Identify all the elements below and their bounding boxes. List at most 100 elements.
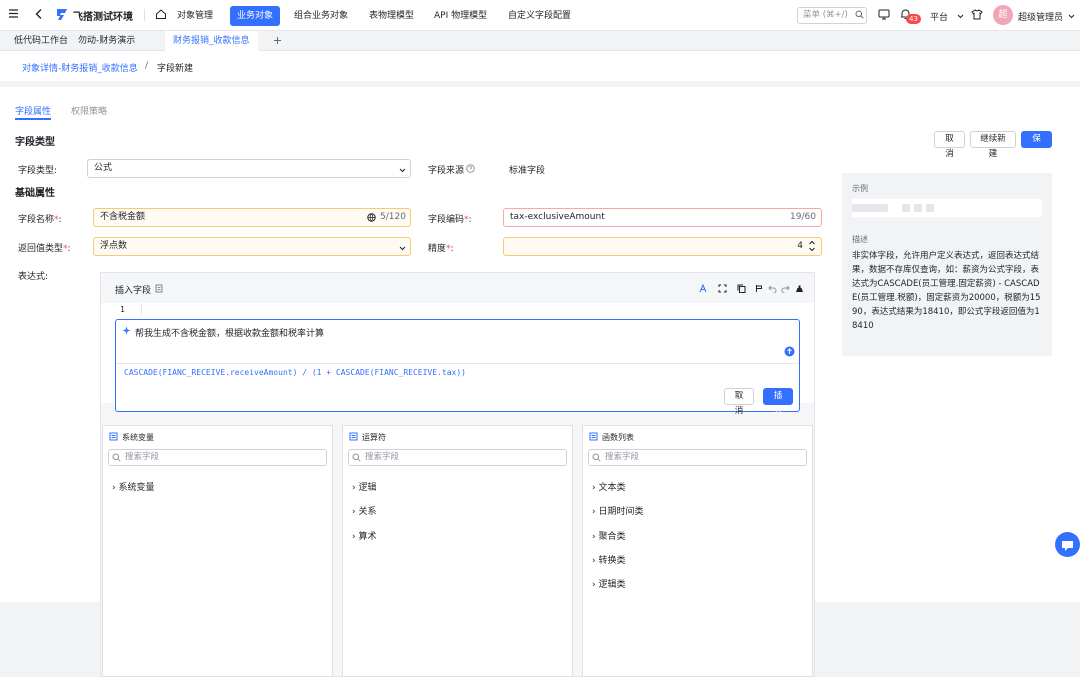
breadcrumb-separator: / (145, 61, 149, 71)
back-icon[interactable] (34, 8, 44, 20)
insert-field-label[interactable]: 插入字段 (115, 283, 151, 296)
chevron-down-icon[interactable] (1068, 12, 1075, 19)
section-title-field-type: 字段类型 (15, 137, 55, 148)
cancel-button[interactable]: 取消 (934, 131, 965, 159)
field-name-count: 5/120 (380, 212, 406, 222)
app-name: 飞搭测试环境 (73, 12, 133, 23)
tab-permission-policy[interactable]: 权限策略 (71, 104, 107, 117)
list-icon (349, 432, 358, 441)
nav-api-model[interactable]: API 物理模型 (427, 6, 494, 26)
top-bar: 飞搭测试环境 对象管理 业务对象 组合业务对象 表物理模型 API 物理模型 自… (0, 0, 1080, 31)
precision-input[interactable]: 4 (503, 237, 822, 256)
field-type-value: 公式 (94, 163, 113, 173)
assistant-float-icon[interactable] (1055, 532, 1080, 557)
tree-item[interactable]: › 算术 (352, 529, 376, 542)
expression-editor: 插入字段 1 帮我生成不含税金额，根据收款金额和税率计算 CASCADE(FIA… (100, 272, 815, 677)
chevron-down-icon[interactable] (957, 12, 964, 19)
app-logo-icon (55, 7, 69, 21)
tree-item[interactable]: › 逻辑类 (592, 577, 625, 590)
field-name-input[interactable]: 不含税金额 (93, 208, 411, 227)
breadcrumb-current: 字段新建 (157, 64, 194, 74)
tree-item[interactable]: › 关系 (352, 504, 376, 517)
return-type-select[interactable]: 浮点数 (93, 237, 411, 256)
nav-table-model[interactable]: 表物理模型 (362, 6, 421, 26)
tree-item[interactable]: › 聚合类 (592, 529, 625, 542)
tab-finance-demo[interactable]: 勿动-财务演示 (70, 31, 143, 51)
add-tab-icon[interactable] (273, 36, 282, 45)
search-placeholder: 搜索字段 (365, 452, 400, 462)
save-button[interactable]: 保存 (1021, 131, 1052, 159)
placeholder-block (914, 204, 922, 212)
tree-item[interactable]: › 转换类 (592, 553, 625, 566)
search-input[interactable]: 搜索字段 (348, 449, 567, 466)
field-type-label: 字段类型: (18, 166, 58, 176)
search-input[interactable]: 搜索字段 (588, 449, 807, 466)
chevron-down-icon (399, 166, 406, 173)
tree-item[interactable]: › 文本类 (592, 480, 625, 493)
tab-finance-receipt[interactable]: 财务报销_收款信息 (165, 31, 258, 51)
ai-insert-button[interactable]: 插入 (763, 388, 793, 416)
search-icon[interactable] (855, 10, 864, 19)
list-icon (109, 432, 118, 441)
example-preview (852, 199, 1042, 217)
field-name-value: 不含税金额 (100, 212, 146, 222)
field-code-label: 字段编码*: (428, 215, 472, 225)
menu-icon[interactable] (8, 8, 19, 19)
field-code-value: tax-exclusiveAmount (510, 212, 605, 222)
avatar[interactable]: 超 (993, 5, 1013, 25)
ai-result-code[interactable]: CASCADE(FIANC_RECEIVE.receiveAmount) / (… (124, 368, 466, 377)
search-placeholder: 搜索字段 (605, 452, 640, 462)
page-tab-bar: 低代码工作台 勿动-财务演示 财务报销_收款信息 (0, 31, 1080, 51)
platform-select[interactable]: 平台 (930, 10, 948, 23)
tab-lowcode-workbench[interactable]: 低代码工作台 (6, 31, 76, 51)
fullscreen-icon[interactable] (718, 284, 727, 293)
tab-field-properties[interactable]: 字段属性 (15, 104, 51, 117)
redo-icon[interactable] (781, 284, 790, 294)
ai-cancel-button[interactable]: 取消 (724, 388, 754, 416)
field-code-count: 19/60 (790, 212, 816, 222)
search-input[interactable]: 搜索字段 (108, 449, 327, 466)
section-title-basic: 基础属性 (15, 188, 55, 199)
main-content: 字段属性 权限策略 字段类型 取消 继续新建 保存 字段类型: 公式 字段来源 … (0, 87, 1080, 677)
continue-new-button[interactable]: 继续新建 (970, 131, 1016, 159)
ai-icon[interactable] (699, 283, 709, 293)
gutter-divider (141, 303, 142, 315)
divider (144, 9, 145, 21)
ai-prompt-text[interactable]: 帮我生成不含税金额，根据收款金额和税率计算 (135, 326, 324, 339)
field-code-input[interactable]: tax-exclusiveAmount (503, 208, 822, 227)
tab-active-indicator (15, 118, 51, 120)
function-list-panel: 函数列表 搜索字段 › 文本类 › 日期时间类 › 聚合类 › 转换类 › 逻辑… (582, 425, 813, 677)
user-name[interactable]: 超级管理员 (1018, 10, 1063, 23)
example-label: 示例 (852, 184, 868, 193)
tree-item[interactable]: › 日期时间类 (592, 504, 643, 517)
search-placeholder: 搜索字段 (125, 452, 160, 462)
search-icon (592, 453, 601, 462)
shirt-icon[interactable] (971, 9, 983, 20)
field-type-select[interactable]: 公式 (87, 159, 411, 178)
operators-panel: 运算符 搜索字段 › 逻辑 › 关系 › 算术 (342, 425, 573, 677)
home-icon[interactable] (155, 8, 167, 20)
breadcrumb: 对象详情-财务报销_收款信息 / 字段新建 (0, 51, 1080, 81)
format-icon[interactable] (755, 284, 764, 293)
nav-composite-object[interactable]: 组合业务对象 (287, 6, 355, 26)
help-icon[interactable] (466, 164, 475, 173)
search-icon (352, 453, 361, 462)
nav-custom-field-config[interactable]: 自定义字段配置 (501, 6, 578, 26)
monitor-icon[interactable] (878, 9, 890, 20)
copy-icon[interactable] (737, 284, 746, 293)
tree-item[interactable]: › 逻辑 (352, 480, 376, 493)
undo-icon[interactable] (768, 284, 777, 294)
globe-icon[interactable] (367, 213, 376, 222)
line-number: 1 (120, 305, 125, 314)
clear-icon[interactable] (795, 284, 804, 293)
stepper-icon[interactable] (808, 239, 816, 253)
breadcrumb-parent[interactable]: 对象详情-财务报销_收款信息 (22, 61, 138, 74)
description-label: 描述 (852, 235, 868, 244)
nav-business-object[interactable]: 业务对象 (230, 6, 281, 26)
tree-item[interactable]: › 系统变量 (112, 480, 154, 493)
placeholder-block (852, 204, 888, 212)
placeholder-block (902, 204, 910, 212)
insert-field-icon[interactable] (155, 284, 163, 293)
nav-object-management[interactable]: 对象管理 (170, 6, 220, 26)
send-icon[interactable] (784, 346, 795, 357)
